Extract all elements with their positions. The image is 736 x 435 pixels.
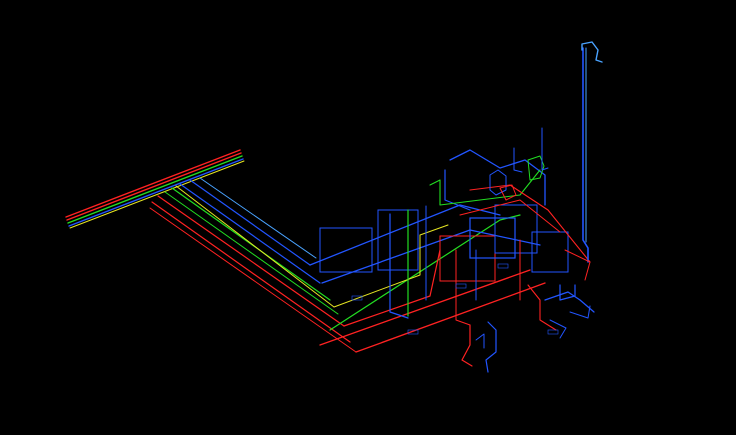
vent-cap <box>581 41 603 63</box>
riser-blue-2 <box>321 229 541 284</box>
upper-manifold-red <box>469 184 591 263</box>
lower-right-fixtures <box>527 249 595 339</box>
tag-mark-5 <box>547 329 559 335</box>
riser-red-1 <box>319 269 531 346</box>
riser-bundle <box>309 204 546 353</box>
branch-run-yellow-1 <box>175 185 335 308</box>
fixture-branch-3 <box>527 284 557 331</box>
tag-mark-4 <box>497 263 509 269</box>
branch-run-green-2 <box>164 191 339 315</box>
header-pipe-red-2 <box>66 152 242 221</box>
small-riser-1 <box>513 147 523 173</box>
vent-stack <box>581 41 603 263</box>
upper-manifold-blue <box>449 149 546 206</box>
valve-loop-1 <box>489 169 507 196</box>
branch-run-blue-2 <box>179 183 321 284</box>
upper-manifold-green <box>429 169 541 206</box>
tag-mark-3 <box>455 283 467 289</box>
header-pipe-red-1 <box>65 149 241 218</box>
drop-red <box>461 324 473 367</box>
fixture-branch-4 <box>549 319 567 339</box>
annotation-marks <box>351 263 559 335</box>
fixture-branch-5 <box>569 305 591 319</box>
drop-blue <box>485 321 497 373</box>
fixture-branch-1 <box>544 291 595 313</box>
branch-run-red-1 <box>157 195 345 327</box>
branch-run-red-3 <box>149 207 357 353</box>
riser-red-2 <box>355 282 546 353</box>
equipment-frame-5 <box>494 204 538 254</box>
riser-blue-1 <box>309 204 501 266</box>
main-header-bundle <box>65 149 357 353</box>
fixture-branch-6 <box>564 249 591 281</box>
piping-isometric-drawing[interactable] <box>0 0 736 435</box>
equipment-cluster-center <box>319 127 591 326</box>
drop-blue-2 <box>475 333 485 349</box>
header-pipe-blue-1 <box>68 158 244 227</box>
vertical-drop-4 <box>455 249 471 326</box>
isometric-piping-viewport[interactable] <box>0 0 736 435</box>
riser-yellow-1 <box>333 224 449 308</box>
bottom-drop <box>461 321 497 373</box>
